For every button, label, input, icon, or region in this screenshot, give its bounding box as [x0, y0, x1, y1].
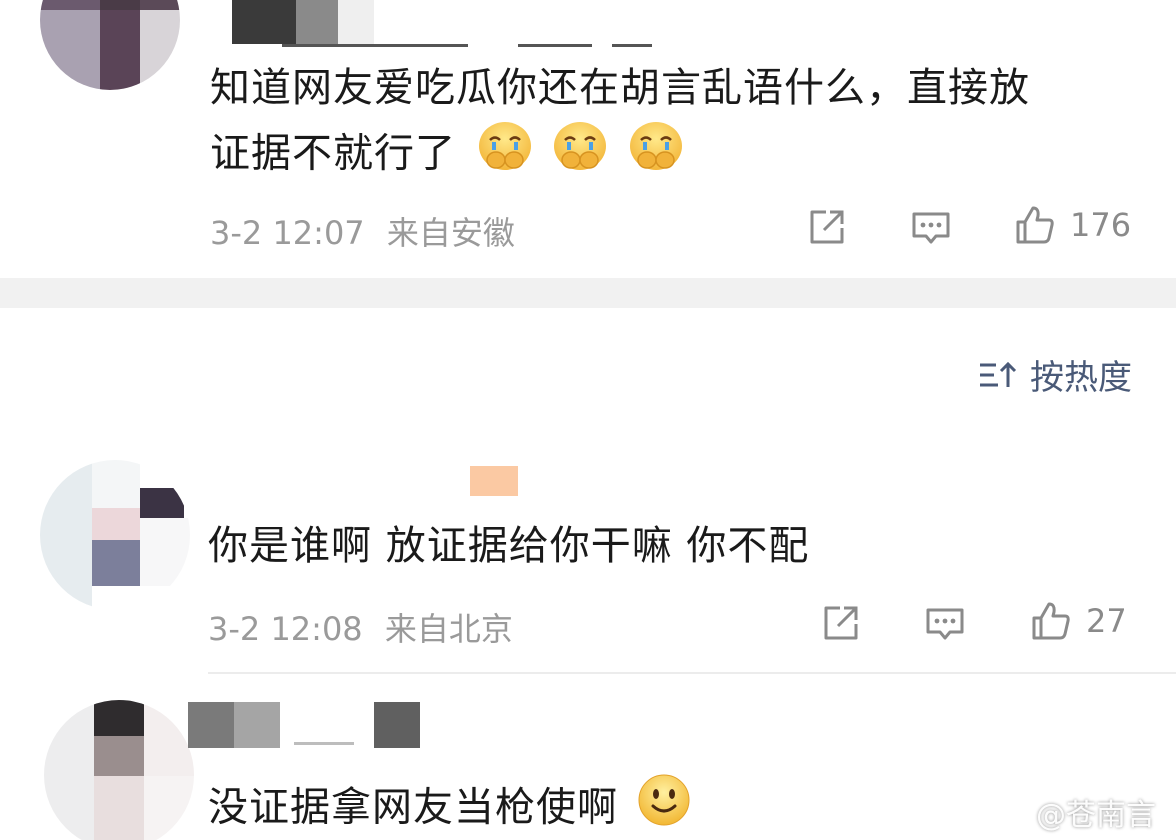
avatar[interactable]	[44, 700, 194, 840]
sort-toggle[interactable]: 按热度	[978, 350, 1132, 399]
comment-location: 来自安徽	[386, 214, 515, 252]
sort-icon	[980, 361, 1017, 387]
comment-meta: 3-2 12:08 来自北京	[208, 604, 513, 650]
avatar[interactable]	[40, 0, 180, 90]
share-icon	[824, 606, 858, 640]
crying-emoji	[627, 120, 685, 191]
comment-location: 来自北京	[384, 610, 513, 648]
comment-divider	[208, 672, 1176, 674]
reply-button[interactable]	[910, 208, 952, 248]
username[interactable]	[188, 702, 428, 750]
avatar[interactable]	[40, 460, 190, 610]
comment-meta: 3-2 12:07 来自安徽	[210, 208, 515, 254]
thumbs-up-icon	[1016, 206, 1054, 244]
watermark-text: @苍南言	[1036, 798, 1156, 833]
crying-emoji	[476, 120, 534, 191]
share-button[interactable]	[820, 602, 862, 644]
like-count: 27	[1086, 602, 1127, 640]
watermark: @苍南言	[986, 790, 1156, 834]
comment-icon	[912, 212, 950, 244]
comment-time: 3-2 12:07	[210, 214, 365, 252]
like-button[interactable]: 27	[1030, 600, 1127, 642]
share-button[interactable]	[806, 206, 848, 248]
smile-emoji	[636, 772, 692, 840]
comment-icon	[926, 608, 964, 640]
comment-text: 你是谁啊 放证据给你干嘛 你不配	[208, 514, 809, 578]
comment-time: 3-2 12:08	[208, 610, 363, 648]
comment-text-line: 证据不就行了	[210, 120, 1030, 191]
username[interactable]	[470, 466, 518, 496]
comment-text-line: 你是谁啊 放证据给你干嘛 你不配	[208, 523, 810, 569]
username[interactable]	[232, 0, 652, 48]
comment-text-line: 知道网友爱吃瓜你还在胡言乱语什么，直接放	[210, 65, 1030, 111]
comment-text: 知道网友爱吃瓜你还在胡言乱语什么，直接放 证据不就行了	[210, 56, 1030, 191]
like-count: 176	[1070, 206, 1132, 244]
sort-label: 按热度	[1030, 358, 1132, 398]
like-button[interactable]: 176	[1014, 204, 1131, 246]
comment-text: 没证据拿网友当枪使啊	[208, 772, 692, 840]
thumbs-up-icon	[1032, 602, 1070, 640]
weibo-logo-icon	[987, 798, 1028, 828]
crying-emoji	[551, 120, 609, 191]
section-separator	[0, 278, 1176, 308]
share-icon	[810, 210, 844, 244]
reply-button[interactable]	[924, 604, 966, 644]
comment-1: 知道网友爱吃瓜你还在胡言乱语什么，直接放 证据不就行了 3-2 12:07 来自…	[0, 0, 1176, 278]
comment-text-line: 没证据拿网友当枪使啊	[208, 772, 692, 840]
comment-2: 你是谁啊 放证据给你干嘛 你不配 3-2 12:08 来自北京 27	[0, 440, 1176, 676]
